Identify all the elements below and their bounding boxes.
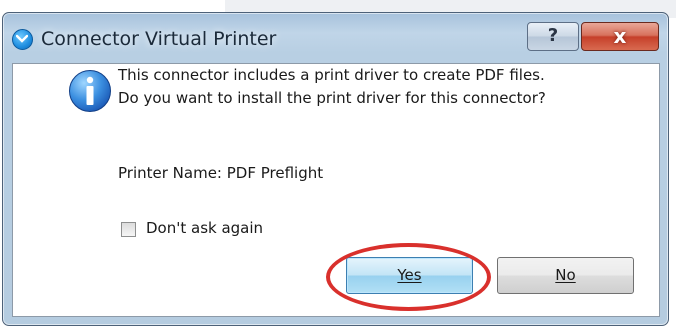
title-bar[interactable]: Connector Virtual Printer ? x <box>3 13 668 63</box>
message-text: This connector includes a print driver t… <box>118 64 546 110</box>
printer-name-label: Printer Name: PDF Preflight <box>118 164 324 182</box>
no-button[interactable]: No <box>497 257 634 294</box>
dialog-title: Connector Virtual Printer <box>41 28 277 50</box>
message-line-2: Do you want to install the print driver … <box>118 89 546 107</box>
message-line-1: This connector includes a print driver t… <box>118 66 545 84</box>
no-button-label: No <box>555 266 576 284</box>
highlight-annotation <box>326 243 491 311</box>
dont-ask-again-checkbox[interactable] <box>121 222 136 237</box>
info-icon <box>69 70 111 112</box>
close-button[interactable]: x <box>581 22 659 51</box>
close-icon: x <box>613 24 627 48</box>
app-icon <box>12 29 33 50</box>
help-button[interactable]: ? <box>527 22 579 51</box>
dont-ask-again-label[interactable]: Don't ask again <box>146 219 263 237</box>
